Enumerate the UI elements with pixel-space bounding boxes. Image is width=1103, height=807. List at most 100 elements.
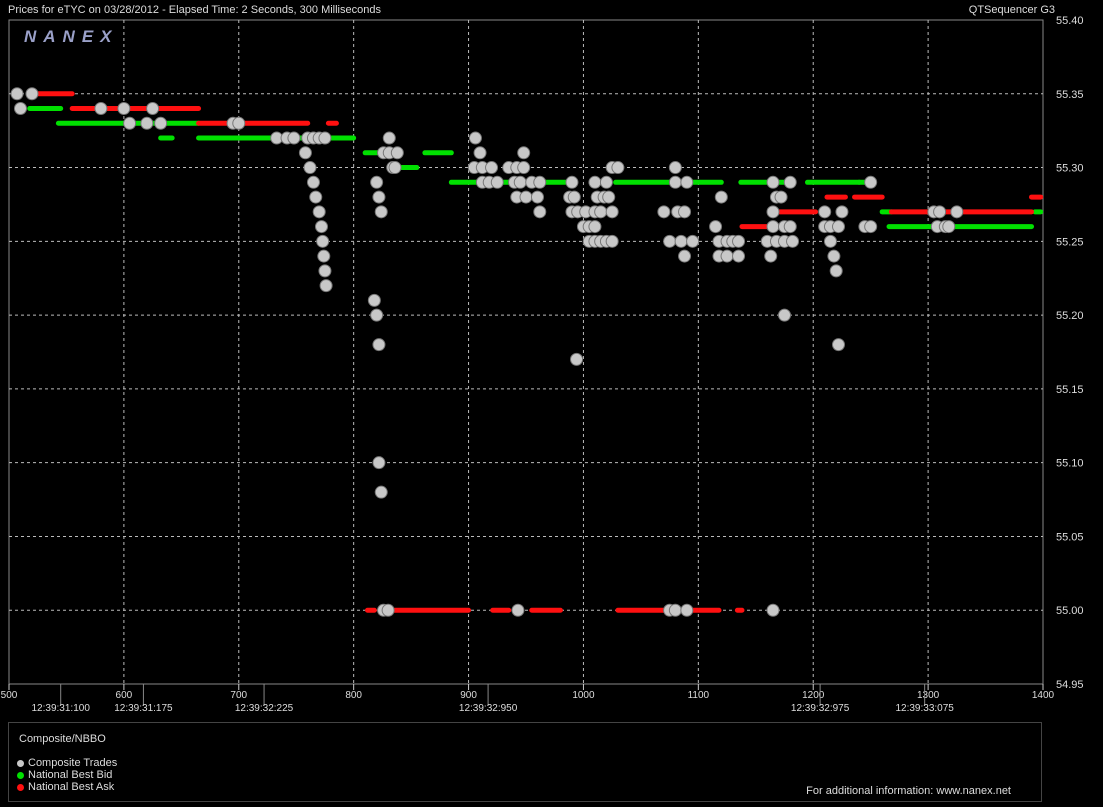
trade-point (831, 338, 845, 352)
trade-point (312, 205, 326, 219)
trade-point (599, 175, 613, 189)
trade-point (950, 205, 964, 219)
time-label: 12:39:32:975 (791, 703, 850, 714)
legend-label: National Best Ask (28, 781, 115, 793)
trade-point (117, 102, 131, 116)
trade-point (485, 161, 499, 175)
trade-point (678, 249, 692, 263)
trade-point (732, 249, 746, 263)
trade-point (468, 131, 482, 145)
trade-point (519, 190, 533, 204)
y-tick-label: 55.25 (1056, 236, 1084, 248)
trade-point (680, 175, 694, 189)
trade-point (372, 338, 386, 352)
trade-point (533, 205, 547, 219)
trade-point (317, 249, 331, 263)
y-tick-label: 55.10 (1056, 458, 1084, 470)
trade-point (318, 131, 332, 145)
trade-point (605, 234, 619, 248)
y-tick-label: 55.35 (1056, 89, 1084, 101)
legend-panel: Composite/NBBO Composite Trades National… (8, 722, 1042, 802)
trade-point (517, 161, 531, 175)
x-tick-label: 1000 (572, 690, 595, 701)
nanex-logo: NANEX (24, 27, 119, 46)
trade-point (388, 161, 402, 175)
ask-dot-icon (17, 783, 24, 791)
trade-point (370, 308, 384, 322)
x-tick-label: 1400 (1032, 690, 1055, 701)
trade-point (680, 603, 694, 617)
trade-point (774, 190, 788, 204)
trade-point (367, 293, 381, 307)
trade-point (783, 175, 797, 189)
trade-point (783, 220, 797, 234)
time-label: 12:39:32:225 (235, 703, 294, 714)
trade-point (778, 308, 791, 322)
trade-point (10, 87, 24, 101)
trade-point (823, 234, 837, 248)
info-link[interactable]: For additional information: www.nanex.ne… (806, 785, 1011, 797)
trade-point (473, 146, 487, 160)
trade-point (831, 220, 845, 234)
trade-point (314, 220, 328, 234)
trade-point (686, 234, 700, 248)
trade-point (766, 220, 780, 234)
trade-point (933, 205, 947, 219)
trade-point (370, 175, 384, 189)
x-tick-label: 900 (460, 690, 477, 701)
y-tick-label: 55.30 (1056, 163, 1084, 175)
trade-point (766, 603, 780, 617)
x-tick-label: 1200 (802, 690, 825, 701)
trade-point (94, 102, 108, 116)
trade-point (709, 220, 723, 234)
bid-dot-icon (17, 771, 24, 779)
trade-point (678, 205, 692, 219)
trade-point (588, 175, 602, 189)
x-tick-label: 1300 (917, 690, 940, 701)
trade-point (316, 234, 330, 248)
trade-point (303, 161, 317, 175)
trade-point (530, 190, 544, 204)
trade-point (827, 249, 841, 263)
trade-point (490, 175, 504, 189)
trade-point (13, 102, 27, 116)
trade-point (372, 456, 386, 470)
trade-point (674, 234, 688, 248)
trade-point (668, 175, 682, 189)
trade-point (565, 175, 579, 189)
trade-point (611, 161, 625, 175)
x-tick-label: 500 (1, 690, 18, 701)
trade-point (567, 190, 581, 204)
time-label: 12:39:33:075 (895, 703, 954, 714)
trade-point (140, 116, 154, 130)
time-label: 12:39:31:175 (114, 703, 173, 714)
trade-point (374, 205, 388, 219)
x-tick-label: 700 (230, 690, 247, 701)
trade-point (319, 279, 333, 293)
legend-heading: Composite/NBBO (19, 733, 106, 745)
trade-point (318, 264, 332, 278)
trade-point (381, 603, 395, 617)
y-tick-label: 55.15 (1056, 384, 1084, 396)
legend-item-ask: National Best Ask (17, 781, 114, 793)
trade-point (668, 603, 682, 617)
trade-point (942, 220, 956, 234)
legend-label: Composite Trades (28, 757, 118, 769)
trade-point (732, 234, 746, 248)
trade-point (764, 249, 778, 263)
trade-point (533, 175, 547, 189)
trade-point (372, 190, 386, 204)
trade-point (864, 175, 878, 189)
trade-point (766, 175, 780, 189)
trade-point (594, 205, 608, 219)
trade-point (517, 146, 531, 160)
trade-dot-icon (17, 759, 24, 767)
y-tick-label: 54.95 (1056, 679, 1084, 691)
price-chart: NANEX 54.95 55.00 55.05 55.10 55.15 55.20 55.2… (1, 15, 1084, 714)
trade-point (298, 146, 312, 160)
trade-point (390, 146, 404, 160)
y-tick-label: 55.00 (1056, 605, 1084, 617)
y-tick-label: 55.05 (1056, 531, 1084, 543)
y-tick-label: 55.20 (1056, 310, 1084, 322)
trade-point (146, 102, 160, 116)
